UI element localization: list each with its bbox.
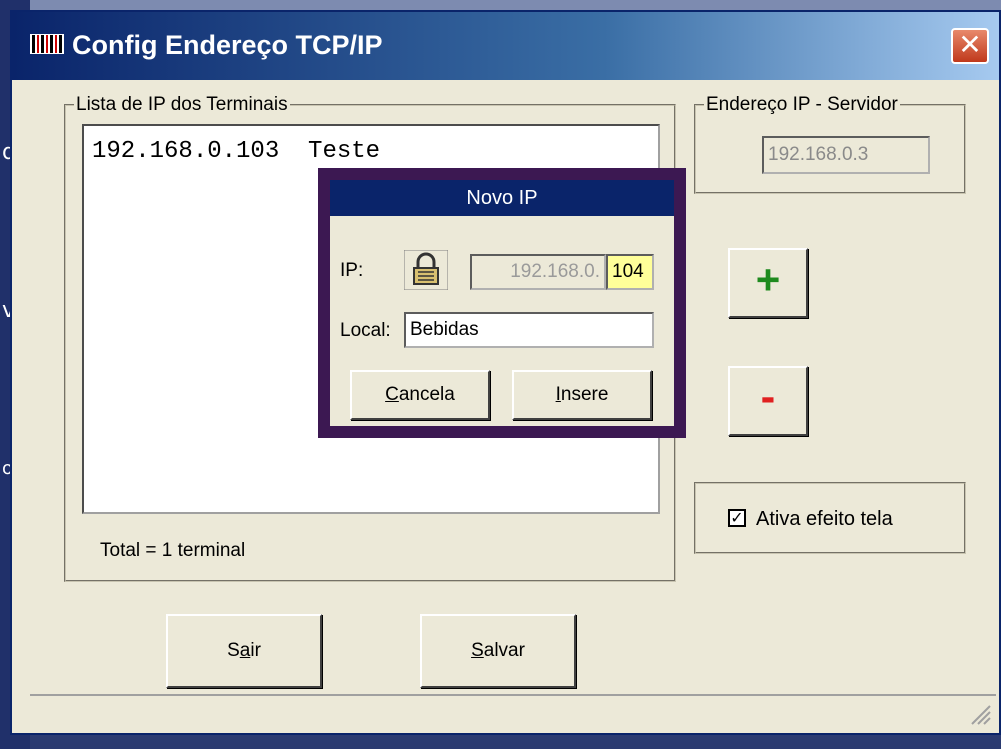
ip-label: IP: xyxy=(340,260,364,281)
exit-label-part: S xyxy=(227,640,240,661)
new-ip-dialog: Novo IP IP: 192.168.0. 104 Local: Bebida… xyxy=(318,168,686,438)
save-label-mnemonic: S xyxy=(471,640,484,661)
terminal-total: Total = 1 terminal xyxy=(100,540,246,561)
terminal-local: Teste xyxy=(308,138,381,165)
screen-effect-group: ✓ Ativa efeito tela xyxy=(694,482,966,554)
barcode-icon xyxy=(30,34,64,54)
plus-icon: + xyxy=(755,256,781,303)
title-bar[interactable]: Config Endereço TCP/IP ✕ xyxy=(12,12,999,80)
cancel-label-mnemonic: C xyxy=(385,384,399,405)
terminal-ip: 192.168.0.103 xyxy=(92,138,280,165)
list-item[interactable]: 192.168.0.103 Teste xyxy=(92,138,380,165)
minus-icon: - xyxy=(760,372,776,421)
cancel-button[interactable]: Cancela xyxy=(350,370,490,420)
ip-prefix-field[interactable]: 192.168.0. xyxy=(470,254,606,290)
screen-effect-label[interactable]: Ativa efeito tela xyxy=(756,508,893,531)
close-button[interactable]: ✕ xyxy=(951,28,989,64)
desktop-top-strip xyxy=(30,0,1001,10)
local-label: Local: xyxy=(340,320,391,341)
exit-label-part: ir xyxy=(250,640,261,661)
add-terminal-button[interactable]: + xyxy=(728,248,808,318)
ip-last-octet-field[interactable]: 104 xyxy=(606,254,654,290)
cancel-label-part: ancela xyxy=(398,384,455,405)
save-button[interactable]: Salvar xyxy=(420,614,576,688)
close-icon: ✕ xyxy=(958,28,982,61)
local-field[interactable]: Bebidas xyxy=(404,312,654,348)
exit-button[interactable]: Sair xyxy=(166,614,322,688)
resize-grip-icon[interactable] xyxy=(966,700,992,726)
server-ip-field[interactable]: 192.168.0.3 xyxy=(762,136,930,174)
terminals-group-label: Lista de IP dos Terminais xyxy=(76,94,288,115)
server-group-label: Endereço IP - Servidor xyxy=(706,94,898,115)
window-title: Config Endereço TCP/IP xyxy=(72,30,383,60)
save-label-part: alvar xyxy=(483,640,525,661)
status-bar xyxy=(30,694,996,728)
dialog-body: Novo IP IP: 192.168.0. 104 Local: Bebida… xyxy=(330,180,674,426)
padlock-icon[interactable] xyxy=(404,250,448,290)
screen-effect-checkbox[interactable]: ✓ xyxy=(728,509,746,527)
remove-terminal-button[interactable]: - xyxy=(728,366,808,436)
insert-label-part: nsere xyxy=(560,384,609,405)
dialog-title[interactable]: Novo IP xyxy=(330,180,674,216)
exit-label-mnemonic: a xyxy=(239,640,251,661)
insert-button[interactable]: Insere xyxy=(512,370,652,420)
